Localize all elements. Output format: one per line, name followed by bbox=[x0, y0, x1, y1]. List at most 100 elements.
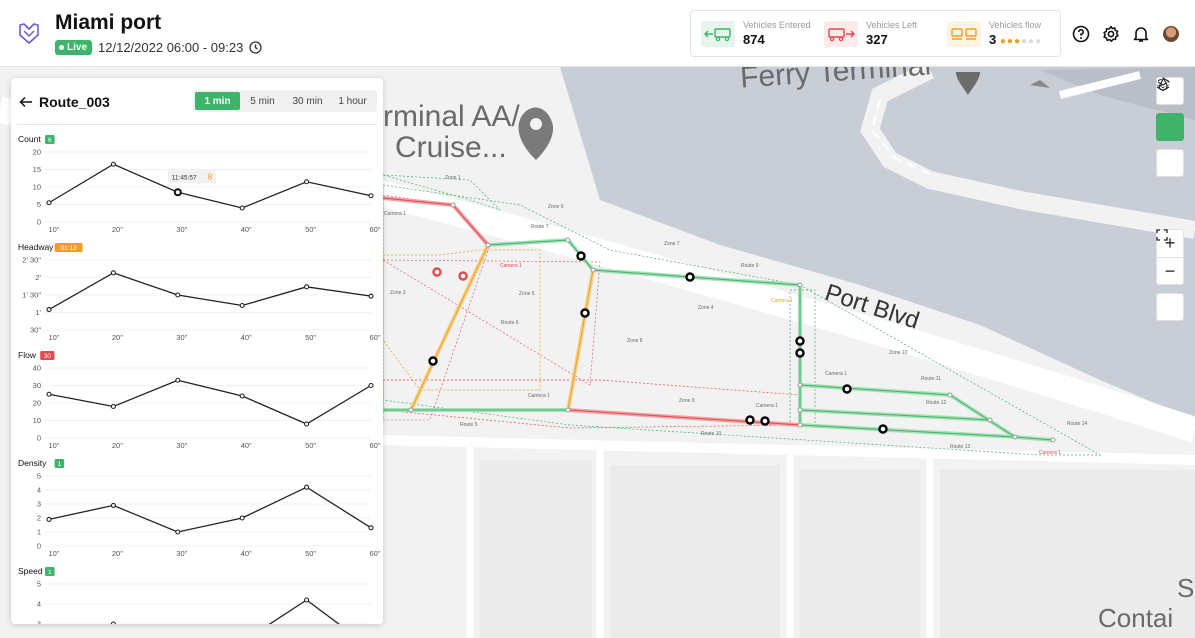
user-avatar[interactable] bbox=[1161, 24, 1181, 44]
x-tick-label: 50" bbox=[305, 549, 316, 558]
interval-option[interactable]: 1 hour bbox=[330, 92, 375, 110]
data-point bbox=[304, 179, 310, 185]
y-tick-label: 10 bbox=[33, 183, 41, 192]
data-point bbox=[46, 516, 52, 522]
x-tick-label: 10" bbox=[48, 549, 59, 558]
data-point bbox=[46, 200, 52, 206]
x-tick-label: 40" bbox=[241, 441, 252, 450]
route-label[interactable]: Route 12 bbox=[926, 400, 946, 406]
panel-header: Route_003 bbox=[19, 94, 110, 110]
series-line bbox=[48, 379, 372, 425]
x-tick-label: 30" bbox=[176, 441, 187, 450]
stat-label: Vehicles Left bbox=[866, 20, 918, 30]
data-point bbox=[368, 193, 374, 199]
x-tick-label: 50" bbox=[305, 441, 316, 450]
fullscreen-button[interactable] bbox=[1156, 229, 1184, 321]
live-status-row: Live 12/12/2022 06:00 - 09:23 bbox=[55, 40, 262, 55]
notification-bell-icon[interactable] bbox=[1131, 24, 1151, 44]
vehicle-stats: Vehicles Entered 874 Vehicles Left 327 Veh… bbox=[690, 10, 1061, 57]
route-label[interactable]: Route 14 bbox=[1067, 421, 1087, 427]
route-label[interactable]: Route 13 bbox=[950, 444, 970, 450]
map-zoom-controls: + − bbox=[1156, 229, 1184, 321]
y-tick-label: 4 bbox=[37, 600, 41, 609]
y-tick-label: 3 bbox=[37, 620, 41, 625]
route-name: Route_003 bbox=[39, 94, 110, 110]
stat-vehicles-left: Vehicles Left 327 bbox=[814, 11, 937, 56]
route-label[interactable]: Route 6 bbox=[501, 320, 519, 326]
flow-level-dots: ●●●●●● bbox=[999, 36, 1043, 47]
tooltip-value: 8 bbox=[208, 172, 213, 181]
x-tick-label: 30" bbox=[176, 549, 187, 558]
route-label[interactable]: Route 5 bbox=[460, 422, 478, 428]
heatmap-button[interactable] bbox=[1156, 77, 1184, 177]
chart-badge-value: 6 bbox=[48, 137, 52, 144]
x-tick-label: 10" bbox=[48, 225, 59, 234]
series-line bbox=[48, 272, 372, 311]
y-tick-label: 1' bbox=[35, 308, 41, 317]
chart-headway: Headway 01:12 2' 30" 2' 1' 30" 1' 30" 10" 20" 30"… bbox=[18, 242, 381, 342]
stat-vehicles-entered: Vehicles Entered 874 bbox=[691, 11, 814, 56]
zone-label[interactable]: Zone 6 bbox=[548, 204, 564, 210]
x-tick-label: 60" bbox=[369, 441, 380, 450]
zone-label[interactable]: Zone 1 bbox=[445, 175, 461, 181]
tags-button[interactable] bbox=[1156, 77, 1184, 141]
camera-label[interactable]: Camera 1 bbox=[756, 403, 778, 409]
data-point bbox=[46, 307, 52, 313]
x-tick-label: 50" bbox=[305, 225, 316, 234]
zone-label[interactable]: Zone 10 bbox=[889, 350, 907, 356]
settings-gear-icon[interactable] bbox=[1101, 24, 1121, 44]
camera-label[interactable]: Camera 1 bbox=[500, 263, 522, 269]
x-tick-label: 40" bbox=[241, 549, 252, 558]
camera-label[interactable]: Camera 1 bbox=[528, 393, 550, 399]
zoom-out-button[interactable]: − bbox=[1156, 257, 1184, 285]
y-tick-label: 5 bbox=[37, 472, 41, 481]
x-tick-label: 60" bbox=[369, 225, 380, 234]
help-icon[interactable] bbox=[1071, 24, 1091, 44]
zone-label[interactable]: Zone 5 bbox=[519, 291, 535, 297]
interval-option[interactable]: 30 min bbox=[285, 92, 330, 110]
camera-label[interactable]: Camera 1 bbox=[1039, 450, 1061, 456]
y-tick-label: 30" bbox=[30, 326, 41, 335]
y-tick-label: 30 bbox=[33, 381, 41, 390]
chart-badge-value: 01:12 bbox=[60, 245, 77, 252]
camera-label[interactable]: Camera 1 bbox=[825, 371, 847, 377]
x-tick-label: 40" bbox=[241, 333, 252, 342]
zone-label[interactable]: Zone 8 bbox=[627, 338, 643, 344]
series-line bbox=[111, 599, 340, 624]
zone-label[interactable]: Zone 9 bbox=[679, 398, 695, 404]
stat-value: 327 bbox=[866, 32, 888, 47]
chart-flow: Flow 3040302010010" 20" 30" 40" 50" 60" bbox=[18, 350, 381, 450]
data-point bbox=[175, 529, 181, 535]
app-logo[interactable] bbox=[18, 22, 40, 49]
y-tick-label: 3 bbox=[37, 500, 41, 509]
zone-label[interactable]: Zone 4 bbox=[698, 305, 714, 311]
y-tick-label: 2 bbox=[37, 514, 41, 523]
route-label[interactable]: Route 11 bbox=[921, 376, 941, 382]
zone-label[interactable]: Zone 7 bbox=[664, 241, 680, 247]
data-point bbox=[368, 382, 374, 389]
chart-title: Speed bbox=[18, 566, 43, 576]
live-badge: Live bbox=[55, 40, 93, 55]
vehicle-leave-icon bbox=[824, 20, 858, 47]
chart-title: Density bbox=[18, 458, 47, 468]
data-point bbox=[304, 284, 310, 290]
clock-icon[interactable] bbox=[249, 41, 262, 54]
interval-option[interactable]: 5 min bbox=[240, 92, 285, 110]
route-label[interactable]: Route 7 bbox=[531, 224, 549, 230]
data-point bbox=[110, 270, 116, 276]
route-label[interactable]: Route 9 bbox=[741, 263, 759, 269]
data-point bbox=[110, 621, 116, 624]
x-tick-label: 40" bbox=[241, 225, 252, 234]
camera-label[interactable]: Camera 1 bbox=[771, 298, 793, 304]
header-actions bbox=[1071, 24, 1181, 44]
series-line bbox=[48, 486, 372, 533]
map-layer-controls bbox=[1156, 77, 1184, 177]
camera-label[interactable]: Camera 1 bbox=[384, 211, 406, 217]
x-tick-label: 20" bbox=[112, 441, 123, 450]
zone-label[interactable]: Zone 3 bbox=[390, 290, 406, 296]
vehicle-enter-icon bbox=[701, 20, 735, 47]
x-tick-label: 30" bbox=[176, 225, 187, 234]
route-label[interactable]: Route 10 bbox=[701, 431, 721, 437]
interval-option[interactable]: 1 min bbox=[195, 92, 240, 110]
back-arrow-icon[interactable] bbox=[19, 96, 33, 108]
